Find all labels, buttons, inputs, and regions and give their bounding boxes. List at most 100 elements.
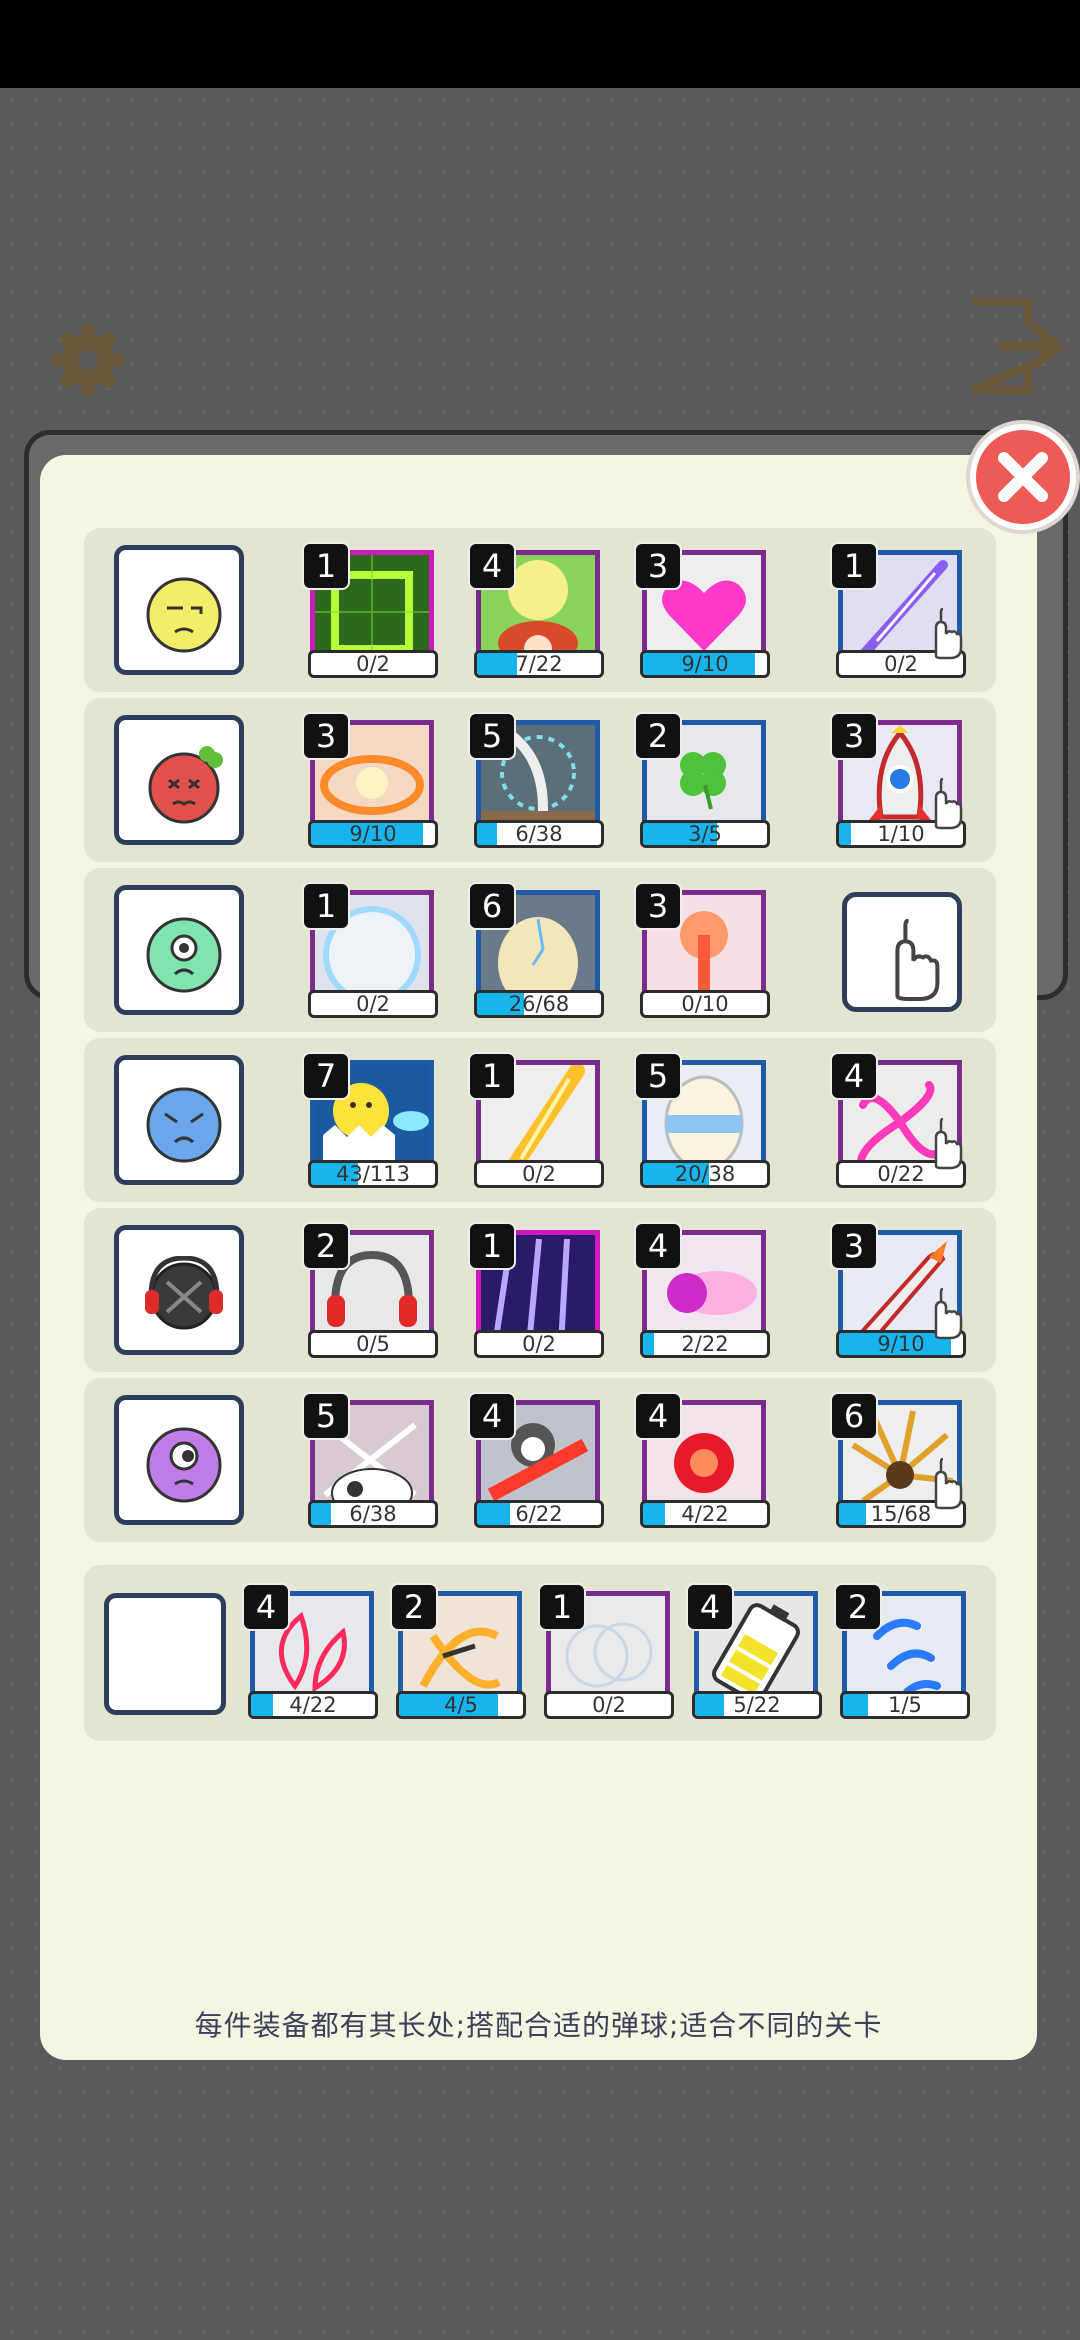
progress-text: 0/2 xyxy=(522,1162,556,1186)
progress-text: 0/5 xyxy=(356,1332,390,1356)
equipment-slot[interactable]: 4 0/22 xyxy=(830,1052,966,1194)
level-badge: 4 xyxy=(468,542,516,590)
progress-text: 9/10 xyxy=(681,652,729,676)
character-card[interactable] xyxy=(114,1395,244,1525)
progress-bar: 7/22 xyxy=(474,650,604,678)
equipment-slot[interactable]: 2 0/5 xyxy=(302,1222,438,1364)
progress-bar: 0/2 xyxy=(308,990,438,1018)
equipment-slot[interactable]: 3 9/10 xyxy=(830,1222,966,1364)
level-badge: 3 xyxy=(830,712,878,760)
level-badge: 5 xyxy=(468,712,516,760)
level-badge: 4 xyxy=(634,1222,682,1270)
progress-bar: 3/5 xyxy=(640,820,770,848)
equipment-slot[interactable]: 3 1/10 xyxy=(830,712,966,854)
tap-hand-icon xyxy=(875,918,942,1002)
level-badge: 2 xyxy=(634,712,682,760)
empty-slot-button[interactable] xyxy=(842,892,962,1012)
equipment-slot[interactable]: 4 4/22 xyxy=(634,1392,770,1534)
level-badge: 3 xyxy=(302,712,350,760)
progress-text: 5/22 xyxy=(733,1693,781,1717)
progress-bar: 20/38 xyxy=(640,1160,770,1188)
level-badge: 5 xyxy=(634,1052,682,1100)
headphone-dark-face-icon xyxy=(145,1256,223,1330)
tap-hand-icon xyxy=(922,1117,964,1170)
progress-text: 6/22 xyxy=(515,1502,563,1526)
progress-text: 0/2 xyxy=(522,1332,556,1356)
yellow-neutral-face-icon xyxy=(146,577,222,653)
progress-bar: 4/22 xyxy=(248,1691,378,1719)
level-badge: 1 xyxy=(302,542,350,590)
level-badge: 6 xyxy=(830,1392,878,1440)
level-badge: 1 xyxy=(468,1222,516,1270)
progress-bar: 43/113 xyxy=(308,1160,438,1188)
level-badge: 2 xyxy=(302,1222,350,1270)
equipment-slot[interactable]: 4 2/22 xyxy=(634,1222,770,1364)
equipment-slot[interactable]: 1 0/2 xyxy=(538,1583,674,1725)
equipment-slot[interactable]: 1 0/2 xyxy=(830,542,966,684)
tap-hand-icon xyxy=(922,1287,964,1340)
progress-text: 3/5 xyxy=(688,822,722,846)
level-badge: 2 xyxy=(390,1583,438,1631)
hint-text: 每件装备都有其长处;搭配合适的弹球;适合不同的关卡 xyxy=(194,2009,883,2042)
level-badge: 4 xyxy=(830,1052,878,1100)
equipment-slot[interactable]: 2 4/5 xyxy=(390,1583,526,1725)
level-badge: 5 xyxy=(302,1392,350,1440)
level-badge: 6 xyxy=(468,882,516,930)
progress-text: 6/38 xyxy=(349,1502,397,1526)
progress-bar: 9/10 xyxy=(308,820,438,848)
level-badge: 4 xyxy=(468,1392,516,1440)
level-badge: 2 xyxy=(834,1583,882,1631)
progress-bar: 6/38 xyxy=(474,820,604,848)
progress-bar: 0/5 xyxy=(308,1330,438,1358)
equipment-slot[interactable]: 3 9/10 xyxy=(302,712,438,854)
equipment-slot[interactable]: 2 3/5 xyxy=(634,712,770,854)
progress-bar: 0/2 xyxy=(474,1160,604,1188)
blue-sleepy-face-icon xyxy=(146,1087,222,1163)
equipment-slot[interactable]: 1 0/2 xyxy=(302,542,438,684)
close-icon xyxy=(998,452,1048,502)
equipment-slot[interactable]: 4 6/22 xyxy=(468,1392,604,1534)
equipment-slot[interactable]: 1 0/2 xyxy=(302,882,438,1024)
equipment-slot[interactable]: 3 9/10 xyxy=(634,542,770,684)
green-one-eye-face-icon xyxy=(146,917,222,993)
character-card[interactable] xyxy=(114,885,244,1015)
character-card[interactable] xyxy=(114,715,244,845)
tap-hand-icon xyxy=(922,777,964,830)
progress-bar: 26/68 xyxy=(474,990,604,1018)
exit-door-icon[interactable] xyxy=(962,296,1072,396)
progress-bar: 4/5 xyxy=(396,1691,526,1719)
equipment-slot[interactable]: 2 1/5 xyxy=(834,1583,970,1725)
level-badge: 3 xyxy=(634,882,682,930)
progress-text: 0/2 xyxy=(356,652,390,676)
equipment-slot[interactable]: 5 6/38 xyxy=(302,1392,438,1534)
progress-bar: 5/22 xyxy=(692,1691,822,1719)
level-badge: 1 xyxy=(538,1583,586,1631)
progress-text: 7/22 xyxy=(515,652,563,676)
progress-text: 4/22 xyxy=(681,1502,729,1526)
equipment-slot[interactable]: 5 6/38 xyxy=(468,712,604,854)
empty-character-slot[interactable] xyxy=(104,1593,226,1715)
level-badge: 7 xyxy=(302,1052,350,1100)
character-card[interactable] xyxy=(114,545,244,675)
close-button[interactable] xyxy=(970,424,1076,530)
equipment-slot[interactable]: 5 20/38 xyxy=(634,1052,770,1194)
settings-gear-icon[interactable] xyxy=(46,318,130,402)
equipment-slot[interactable]: 1 0/2 xyxy=(468,1222,604,1364)
equipment-slot[interactable]: 4 4/22 xyxy=(242,1583,378,1725)
equipment-slot[interactable]: 4 7/22 xyxy=(468,542,604,684)
character-card[interactable] xyxy=(114,1055,244,1185)
tap-hand-icon xyxy=(922,607,964,660)
equipment-slot[interactable]: 3 0/10 xyxy=(634,882,770,1024)
level-badge: 3 xyxy=(830,1222,878,1270)
progress-bar: 9/10 xyxy=(640,650,770,678)
equipment-slot[interactable]: 7 43/113 xyxy=(302,1052,438,1194)
equipment-slot[interactable]: 1 0/2 xyxy=(468,1052,604,1194)
progress-bar: 0/10 xyxy=(640,990,770,1018)
equipment-slot[interactable]: 6 15/68 xyxy=(830,1392,966,1534)
progress-text: 0/2 xyxy=(592,1693,626,1717)
level-badge: 4 xyxy=(242,1583,290,1631)
character-card[interactable] xyxy=(114,1225,244,1355)
progress-text: 4/5 xyxy=(444,1693,478,1717)
equipment-slot[interactable]: 6 26/68 xyxy=(468,882,604,1024)
equipment-slot[interactable]: 4 5/22 xyxy=(686,1583,822,1725)
